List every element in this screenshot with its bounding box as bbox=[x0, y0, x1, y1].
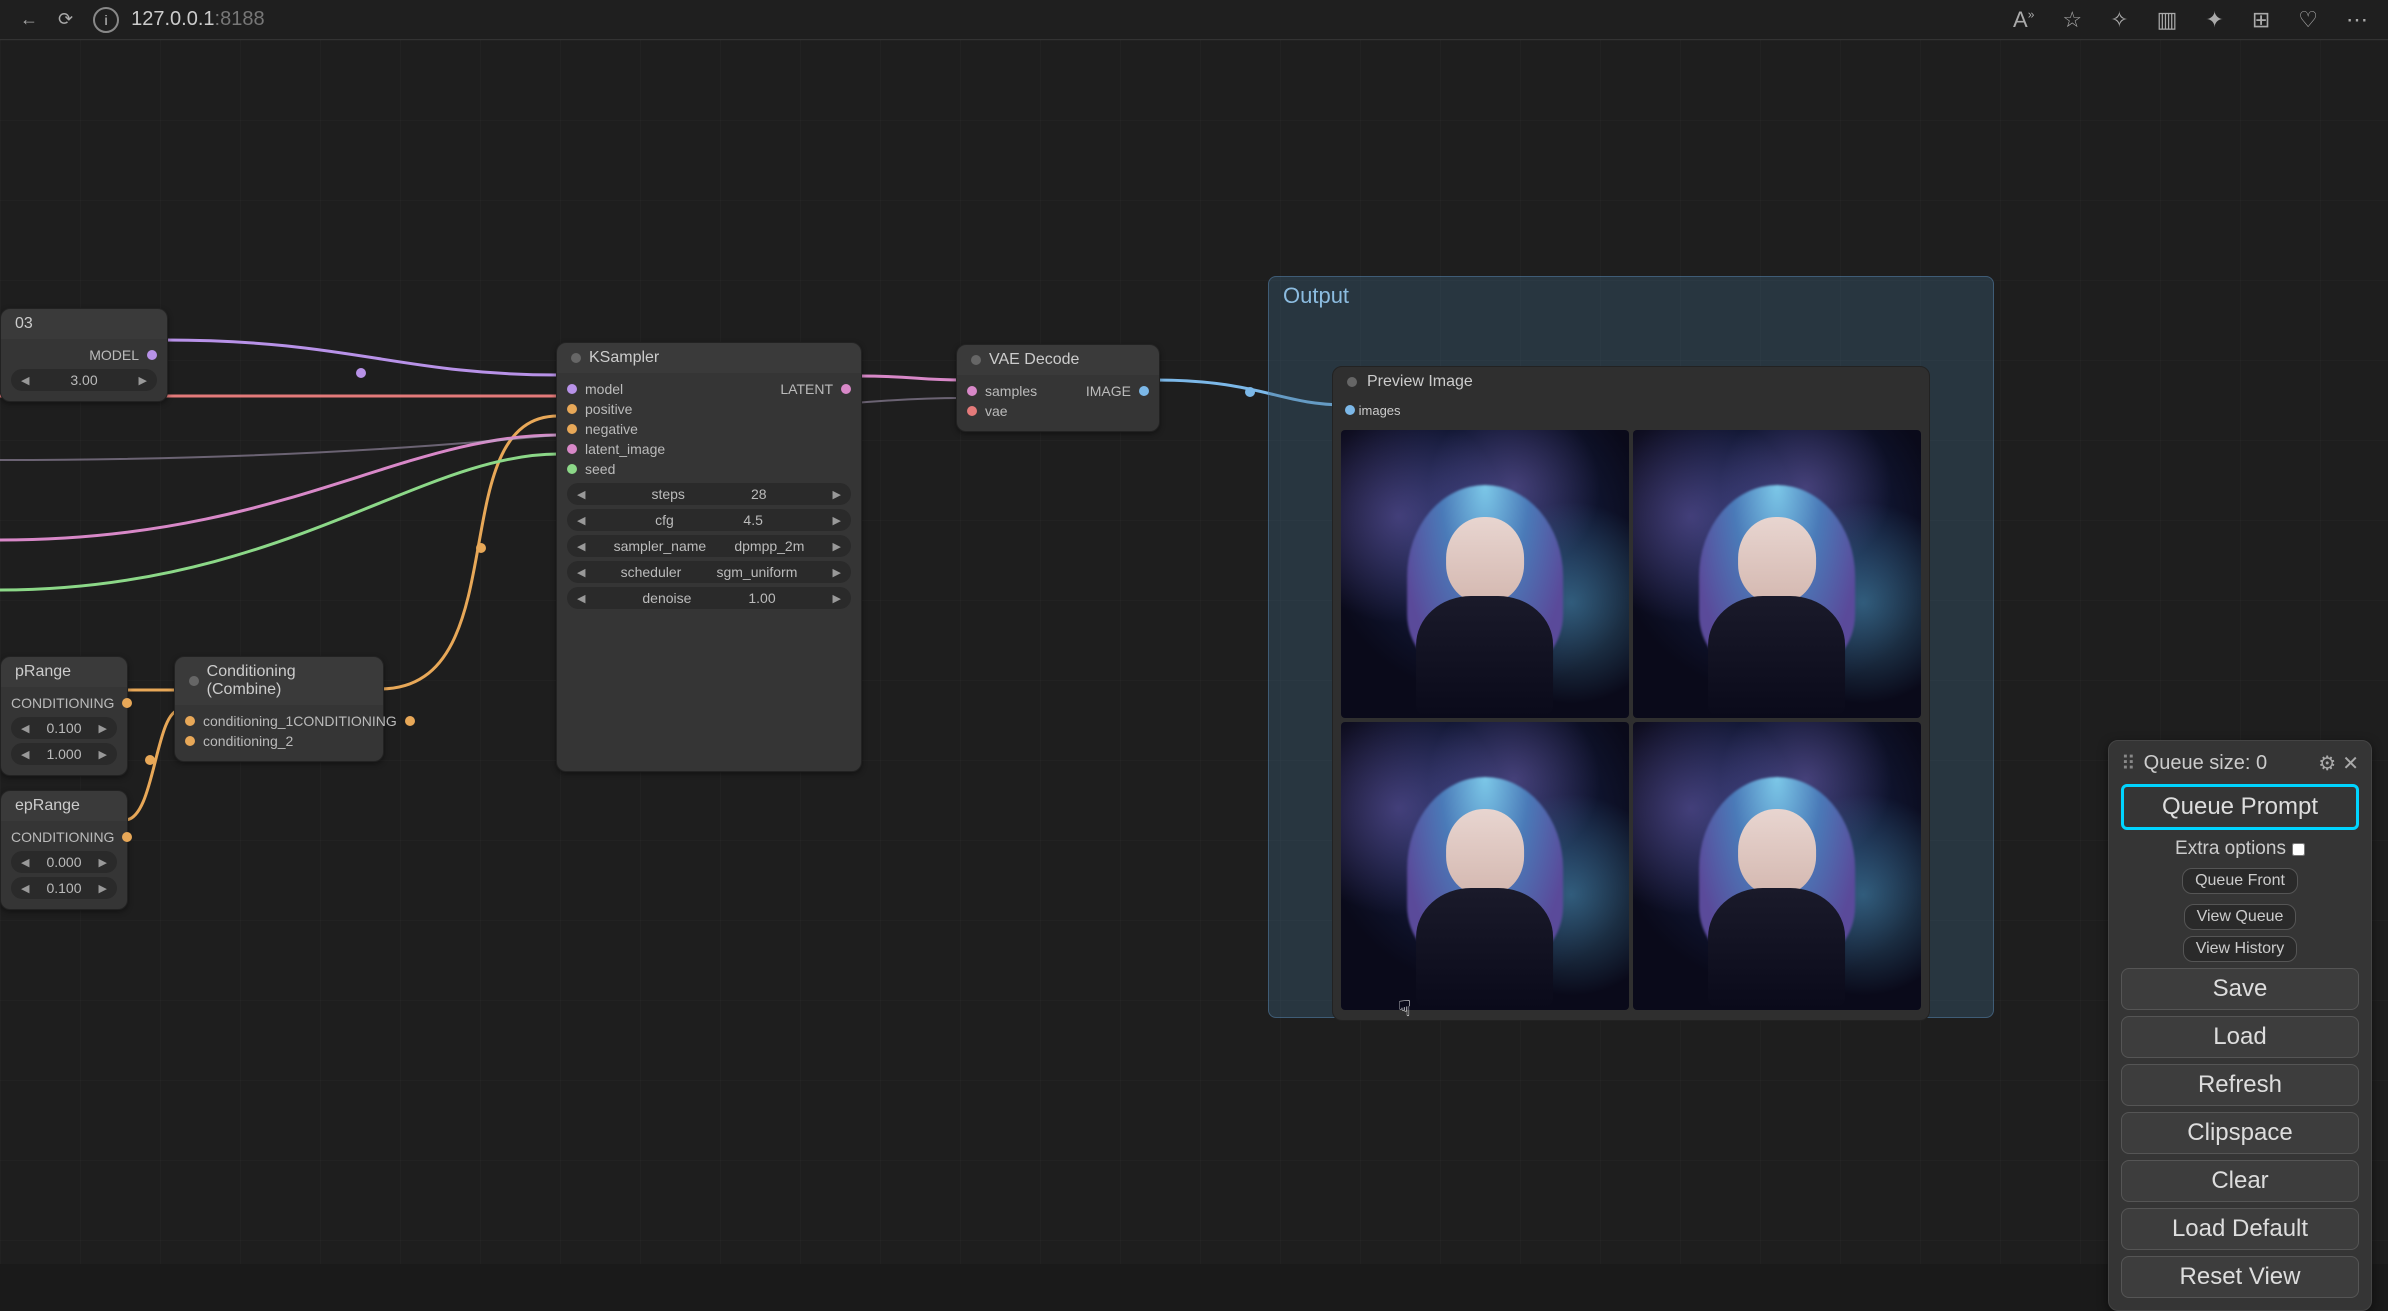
input-cond2[interactable]: conditioning_2 bbox=[203, 733, 293, 749]
input-samples[interactable]: samples bbox=[985, 383, 1037, 399]
input-positive[interactable]: positive bbox=[585, 401, 632, 417]
info-icon[interactable]: i bbox=[93, 7, 119, 33]
node-title-text: Conditioning (Combine) bbox=[207, 663, 369, 699]
control-panel[interactable]: ⠿ Queue size: 0 ⚙ ✕ Queue Prompt Extra o… bbox=[2108, 740, 2372, 1311]
clipspace-button[interactable]: Clipspace bbox=[2121, 1112, 2359, 1154]
input-cond1[interactable]: conditioning_1 bbox=[203, 713, 293, 729]
refresh-button[interactable]: Refresh bbox=[2121, 1064, 2359, 1106]
node-model-stub[interactable]: 03 MODEL ◀ 3.00 ▶ bbox=[0, 308, 168, 402]
queue-size-value: 0 bbox=[2256, 752, 2267, 774]
widget-value: 3.00 bbox=[70, 372, 97, 388]
preview-image-3[interactable] bbox=[1341, 722, 1629, 1010]
node-canvas[interactable]: 03 MODEL ◀ 3.00 ▶ KSampler model LATENT p… bbox=[0, 40, 2388, 1264]
input-seed[interactable]: seed bbox=[585, 461, 615, 477]
preview-image-4[interactable] bbox=[1633, 722, 1921, 1010]
more-icon[interactable]: ⋯ bbox=[2346, 7, 2368, 33]
widget-r1-a[interactable]: ◀0.100▶ bbox=[11, 717, 117, 739]
view-history-button[interactable]: View History bbox=[2183, 936, 2298, 962]
view-queue-button[interactable]: View Queue bbox=[2184, 904, 2297, 930]
cursor-icon: ☟ bbox=[1398, 996, 1411, 1022]
group-title: Output bbox=[1269, 277, 1993, 315]
node-ksampler[interactable]: KSampler model LATENT positive negative l… bbox=[556, 342, 862, 772]
save-button[interactable]: Save bbox=[2121, 968, 2359, 1010]
widget-steps[interactable]: ◀steps28▶ bbox=[567, 483, 851, 505]
node-range-1[interactable]: pRange CONDITIONING ◀0.100▶ ◀1.000▶ bbox=[0, 656, 128, 776]
url-port: :8188 bbox=[215, 8, 265, 30]
clear-button[interactable]: Clear bbox=[2121, 1160, 2359, 1202]
queue-prompt-button[interactable]: Queue Prompt bbox=[2121, 784, 2359, 830]
node-preview-image[interactable]: Preview Image images bbox=[1332, 366, 1930, 1021]
collections-icon[interactable]: ▥ bbox=[2157, 7, 2178, 33]
preview-grid bbox=[1333, 422, 1929, 1020]
widget-r1-b[interactable]: ◀1.000▶ bbox=[11, 743, 117, 765]
close-icon[interactable]: ✕ bbox=[2342, 751, 2359, 776]
favorite-icon[interactable]: ☆ bbox=[2062, 7, 2082, 33]
load-default-button[interactable]: Load Default bbox=[2121, 1208, 2359, 1250]
extensions-icon[interactable]: ✧ bbox=[2110, 7, 2128, 33]
widget-r2-a[interactable]: ◀0.000▶ bbox=[11, 851, 117, 873]
node-title-text: 03 bbox=[15, 315, 33, 333]
apps-icon[interactable]: ⊞ bbox=[2252, 7, 2270, 33]
arrow-right-icon[interactable]: ▶ bbox=[139, 374, 147, 387]
input-latent-image[interactable]: latent_image bbox=[585, 441, 665, 457]
browser-toolbar: ← ⟳ i 127.0.0.1:8188 A» ☆ ✧ ▥ ✦ ⊞ ♡ ⋯ bbox=[0, 0, 2388, 40]
output-label: MODEL bbox=[89, 347, 139, 363]
read-aloud-icon[interactable]: A» bbox=[2013, 7, 2034, 33]
widget-r2-b[interactable]: ◀0.100▶ bbox=[11, 877, 117, 899]
node-title-text: KSampler bbox=[589, 349, 659, 367]
node-conditioning-combine[interactable]: Conditioning (Combine) conditioning_1CON… bbox=[174, 656, 384, 762]
gear-icon[interactable]: ⚙ bbox=[2318, 751, 2336, 776]
widget-cfg[interactable]: ◀cfg4.5▶ bbox=[567, 509, 851, 531]
favorites-bar-icon[interactable]: ✦ bbox=[2205, 7, 2223, 33]
node-title-text: pRange bbox=[15, 663, 71, 681]
node-title-text: epRange bbox=[15, 797, 80, 815]
arrow-left-icon[interactable]: ◀ bbox=[21, 374, 29, 387]
queue-front-button[interactable]: Queue Front bbox=[2182, 868, 2298, 894]
extra-options-checkbox[interactable] bbox=[2292, 843, 2305, 856]
reload-button[interactable]: ⟳ bbox=[58, 9, 73, 30]
widget-scheduler[interactable]: ◀schedulersgm_uniform▶ bbox=[567, 561, 851, 583]
input-images[interactable]: images bbox=[1359, 403, 1401, 418]
drag-handle-icon[interactable]: ⠿ bbox=[2121, 751, 2134, 776]
preview-image-1[interactable] bbox=[1341, 430, 1629, 718]
load-button[interactable]: Load bbox=[2121, 1016, 2359, 1058]
back-button[interactable]: ← bbox=[20, 9, 38, 30]
input-negative[interactable]: negative bbox=[585, 421, 638, 437]
preview-image-2[interactable] bbox=[1633, 430, 1921, 718]
input-model[interactable]: model bbox=[585, 381, 623, 397]
widget-model-value[interactable]: ◀ 3.00 ▶ bbox=[11, 369, 157, 391]
widget-denoise[interactable]: ◀denoise1.00▶ bbox=[567, 587, 851, 609]
output-conditioning[interactable]: CONDITIONING bbox=[293, 713, 396, 729]
output-image[interactable]: IMAGE bbox=[1086, 383, 1131, 399]
output-latent[interactable]: LATENT bbox=[780, 381, 833, 397]
extra-options-label: Extra options bbox=[2175, 838, 2286, 860]
node-title-text: VAE Decode bbox=[989, 351, 1079, 369]
node-title-text: Preview Image bbox=[1367, 373, 1473, 391]
input-vae[interactable]: vae bbox=[985, 403, 1008, 419]
output-conditioning[interactable]: CONDITIONING bbox=[11, 695, 114, 711]
reset-view-button[interactable]: Reset View bbox=[2121, 1256, 2359, 1298]
queue-size-label: Queue size: bbox=[2144, 752, 2251, 774]
node-range-2[interactable]: epRange CONDITIONING ◀0.000▶ ◀0.100▶ bbox=[0, 790, 128, 910]
url-bar[interactable]: i 127.0.0.1:8188 bbox=[93, 7, 264, 33]
node-vae-decode[interactable]: VAE Decode samples IMAGE vae bbox=[956, 344, 1160, 432]
heart-icon[interactable]: ♡ bbox=[2298, 7, 2318, 33]
connection-lines bbox=[0, 40, 2388, 1264]
output-conditioning[interactable]: CONDITIONING bbox=[11, 829, 114, 845]
widget-sampler-name[interactable]: ◀sampler_namedpmpp_2m▶ bbox=[567, 535, 851, 557]
url-host: 127.0.0.1 bbox=[131, 8, 214, 30]
